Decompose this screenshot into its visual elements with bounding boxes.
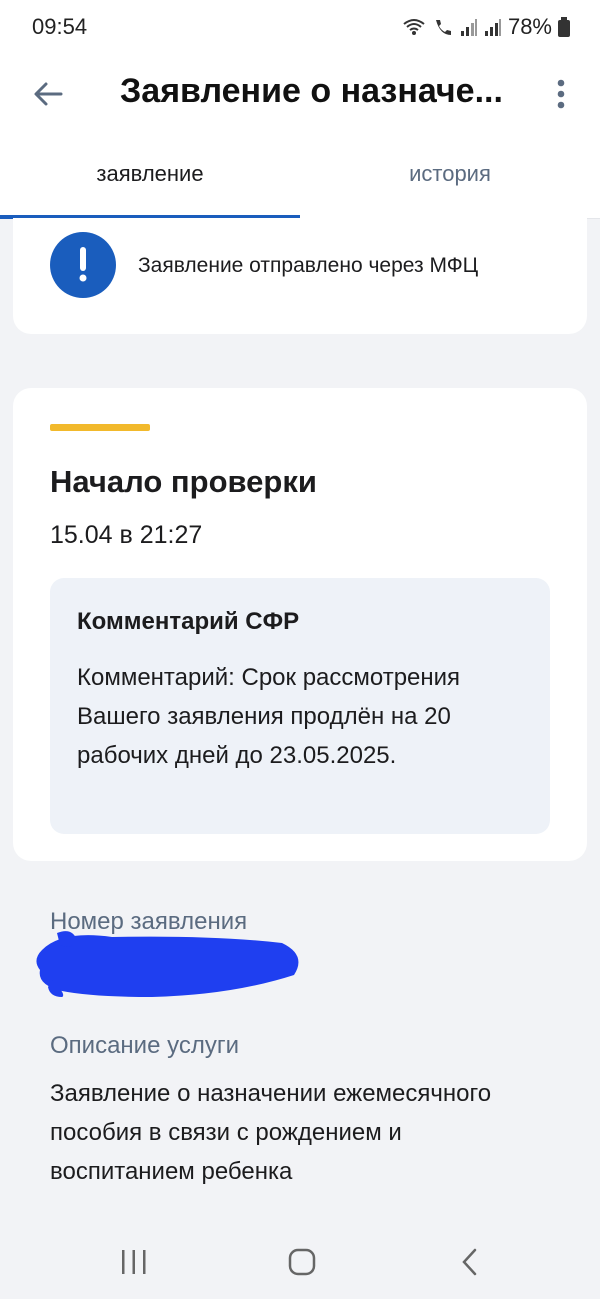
- battery-icon: [558, 17, 570, 37]
- system-navigation-bar: [0, 1222, 600, 1299]
- status-icons: 78%: [402, 14, 570, 40]
- tab-history[interactable]: история: [300, 130, 600, 218]
- service-description-text: Заявление о назначении ежемесячного посо…: [50, 1080, 492, 1185]
- notice-card: Заявление отправлено через МФЦ: [13, 218, 587, 334]
- status-date: 15.04 в 21:27: [50, 521, 203, 549]
- more-vertical-icon: [557, 79, 565, 109]
- app-bar: Заявление о назначе...: [0, 56, 600, 130]
- more-menu-button[interactable]: [546, 74, 576, 114]
- status-card: Начало проверки 15.04 в 21:27 Комментари…: [13, 388, 587, 861]
- signal-icon: [460, 19, 477, 36]
- comment-box: Комментарий СФР Комментарий: Срок рассмо…: [50, 578, 550, 834]
- home-icon: [288, 1248, 316, 1276]
- status-accent-line: [50, 424, 150, 431]
- arrow-left-icon: [34, 82, 63, 106]
- recent-apps-button[interactable]: [104, 1240, 164, 1284]
- exclamation-icon: [50, 232, 116, 298]
- status-title: Начало проверки: [50, 464, 317, 499]
- tab-label: заявление: [96, 161, 204, 186]
- wifi-call-icon: [435, 20, 451, 35]
- comment-text: Комментарий: Срок рассмотрения Вашего за…: [77, 664, 461, 769]
- tab-label: история: [409, 161, 491, 186]
- redaction-mark: [36, 931, 299, 997]
- wifi-icon: [403, 19, 425, 35]
- recent-apps-icon: [122, 1250, 146, 1274]
- page-title: Заявление о назначе...: [120, 72, 503, 110]
- notice-text: Заявление отправлено через МФЦ: [138, 254, 479, 277]
- system-back-button[interactable]: [440, 1240, 500, 1284]
- tab-application[interactable]: заявление: [0, 130, 300, 218]
- service-description-label: Описание услуги: [50, 1032, 239, 1059]
- comment-title: Комментарий СФР: [77, 608, 300, 635]
- battery-percent: 78%: [507, 14, 552, 39]
- home-button[interactable]: [272, 1240, 332, 1284]
- tab-bar: заявление история: [0, 130, 600, 219]
- status-bar: 09:54 78%: [0, 0, 600, 56]
- back-button[interactable]: [28, 74, 68, 114]
- status-time: 09:54: [32, 14, 88, 39]
- signal-icon: [484, 19, 501, 36]
- chevron-left-icon: [462, 1248, 477, 1276]
